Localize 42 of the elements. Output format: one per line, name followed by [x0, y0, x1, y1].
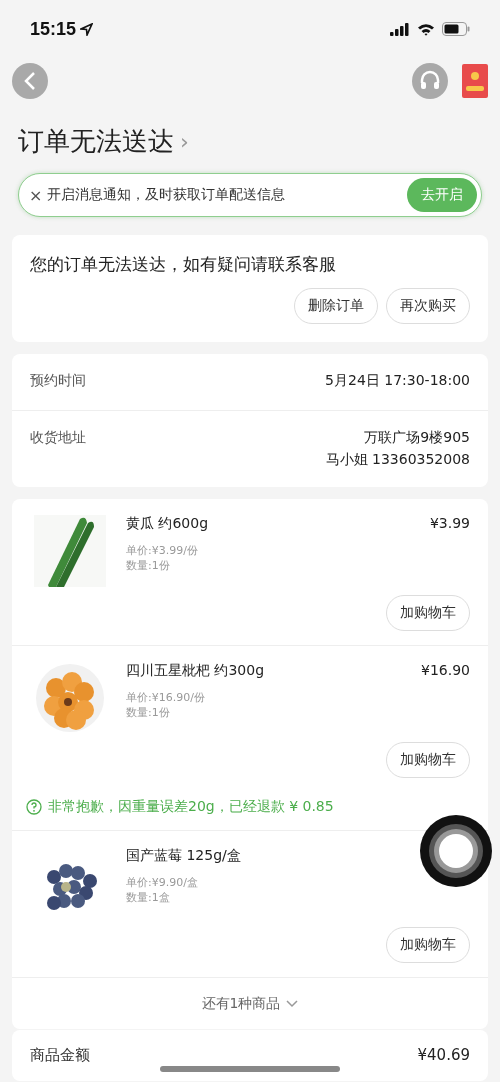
summary-label: 商品金额 [30, 1046, 90, 1065]
more-items-link[interactable]: 还有1种商品 [12, 977, 488, 1029]
product-name: 黄瓜 约600g [126, 515, 209, 533]
back-icon [23, 72, 37, 90]
back-button[interactable] [12, 63, 48, 99]
product-name: 国产蓝莓 125g/盒 [126, 847, 241, 865]
location-arrow-icon [80, 22, 94, 36]
headset-button[interactable] [412, 63, 448, 99]
floating-assist-button[interactable] [420, 815, 492, 887]
notice-text: 开启消息通知，及时获取订单配送信息 [47, 186, 287, 204]
wifi-icon [417, 22, 435, 36]
refund-note: 非常抱歉，因重量误差20g，已经退款 ¥ 0.85 [48, 798, 334, 816]
chevron-down-icon [286, 999, 299, 1008]
headset-icon [419, 70, 441, 92]
product-name: 四川五星枇杷 约300g [126, 662, 265, 680]
action-button[interactable]: 再次购买 [386, 288, 470, 324]
unit-price: 单价:¥9.90/盒 [126, 875, 198, 890]
action-button[interactable]: 删除订单 [294, 288, 378, 324]
status-time: 15:15 [30, 18, 77, 40]
signal-icon [390, 22, 410, 36]
unit-price: 单价:¥3.99/份 [126, 543, 198, 558]
product-price: ¥16.90 [421, 662, 470, 678]
add-to-cart-button[interactable]: 加购物车 [386, 742, 470, 778]
quantity: 数量:1份 [126, 558, 170, 573]
gift-envelope-icon[interactable] [462, 64, 488, 98]
page-title: 订单无法送达 [18, 125, 174, 158]
help-icon [26, 799, 42, 815]
battery-icon [442, 22, 470, 36]
add-to-cart-button[interactable]: 加购物车 [386, 927, 470, 963]
add-to-cart-button[interactable]: 加购物车 [386, 595, 470, 631]
product-price: ¥3.99 [429, 515, 470, 531]
summary-value: ¥40.69 [417, 1046, 470, 1065]
info-label: 收货地址 [30, 429, 86, 447]
info-label: 预约时间 [30, 372, 86, 390]
quantity: 数量:1份 [126, 705, 170, 720]
quantity: 数量:1盒 [126, 890, 170, 905]
unit-price: 单价:¥16.90/份 [126, 690, 205, 705]
status-message: 您的订单无法送达，如有疑问请联系客服 [29, 253, 337, 276]
info-value: 5月24日 17:30-18:00 [325, 372, 470, 390]
info-value: 万联广场9楼905 [364, 429, 470, 447]
info-value: 马小姐 13360352008 [325, 451, 470, 469]
close-icon[interactable]: × [29, 185, 43, 205]
